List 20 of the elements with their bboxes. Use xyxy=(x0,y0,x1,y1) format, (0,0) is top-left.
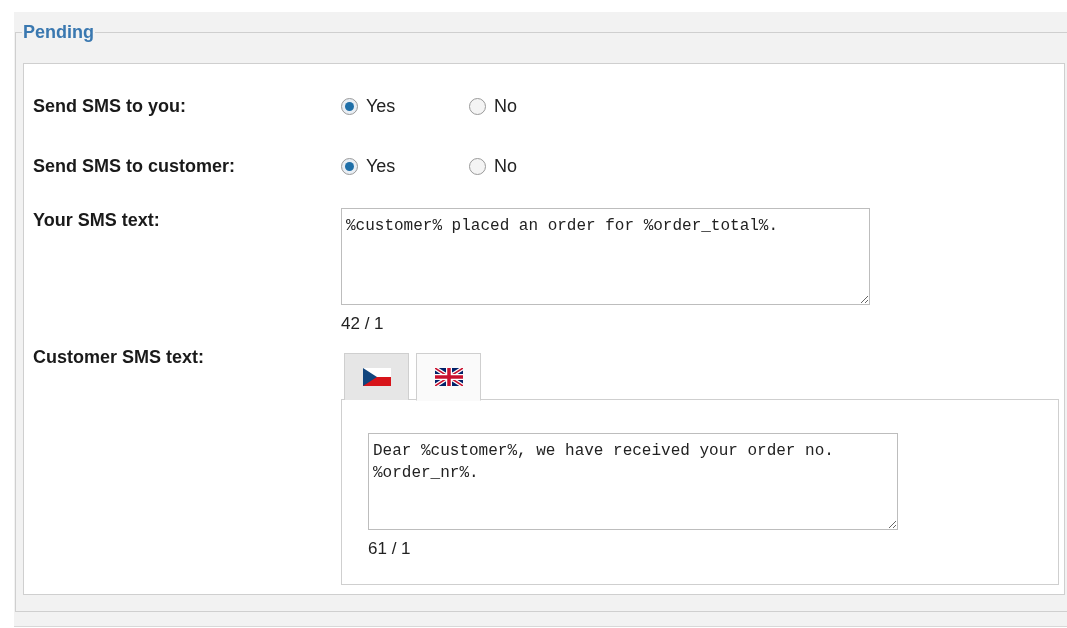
radio-option[interactable]: No xyxy=(469,92,597,120)
radio-option[interactable]: Yes xyxy=(341,92,469,120)
radio-button[interactable] xyxy=(341,157,358,175)
radio-button[interactable] xyxy=(469,157,486,175)
language-tab[interactable] xyxy=(416,353,481,401)
text-area[interactable]: %customer% placed an order for %order_total%. xyxy=(341,208,870,305)
radio-option[interactable]: No xyxy=(469,152,597,180)
text-area[interactable]: Dear %customer%, we have received your order no. %order_nr%. xyxy=(368,433,898,530)
flag-icon xyxy=(362,368,391,386)
field-label: Send SMS to you: xyxy=(33,95,187,118)
character-counter: 42 / 1 xyxy=(341,313,384,335)
language-tab[interactable] xyxy=(344,353,409,400)
field-label: Your SMS text: xyxy=(33,209,161,232)
radio-button[interactable] xyxy=(341,97,358,115)
character-counter: 61 / 1 xyxy=(368,538,411,560)
field-label: Send SMS to customer: xyxy=(33,155,237,178)
flag-icon xyxy=(434,368,463,386)
radio-option[interactable]: Yes xyxy=(341,152,469,180)
radio-button[interactable] xyxy=(469,97,486,115)
field-label: Customer SMS text: xyxy=(33,346,206,369)
